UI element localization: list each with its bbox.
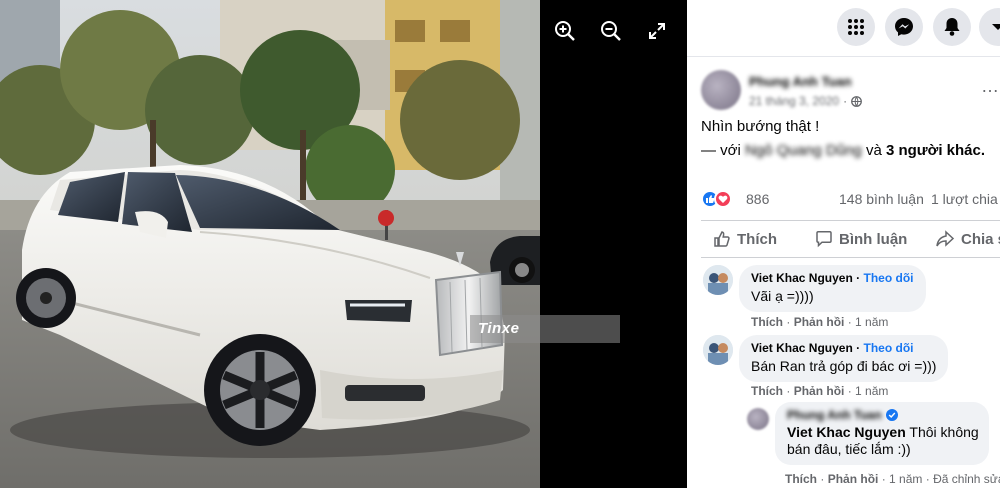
top-bar — [687, 0, 1000, 57]
share-label: Chia s — [961, 230, 1000, 248]
comment-reply-link[interactable]: Phản hồi — [794, 315, 845, 329]
post-caption: Nhìn bướng thật ! — [701, 118, 820, 135]
edited-label: Đã chỉnh sửa — [933, 472, 1000, 486]
comment-time[interactable]: 1 năm — [855, 384, 888, 398]
car-photo-image — [0, 0, 540, 488]
watermark: Tinxe — [470, 315, 620, 343]
comment-reply-link[interactable]: Phản hồi — [794, 384, 845, 398]
comment-like-link[interactable]: Thích — [751, 315, 783, 329]
post-photo[interactable] — [0, 0, 540, 488]
messenger-button[interactable] — [885, 8, 923, 46]
post-panel: Phung Anh Tuan 21 tháng 3, 2020 · … Nhìn… — [687, 0, 1000, 488]
follow-link[interactable]: Theo dõi — [864, 341, 914, 355]
comment-time[interactable]: 1 năm — [855, 315, 888, 329]
reply-like-link[interactable]: Thích — [785, 472, 817, 486]
tag-prefix: — với — [701, 142, 741, 159]
replier-name[interactable]: Phung Anh Tuan — [787, 408, 882, 422]
account-button[interactable] — [979, 8, 1000, 46]
messenger-icon — [895, 18, 913, 36]
author-avatar[interactable] — [701, 70, 741, 110]
zoom-out-button[interactable] — [598, 18, 624, 44]
love-reaction-icon — [714, 190, 732, 208]
tagged-person-link[interactable]: Ngô Quang Dũng — [745, 142, 862, 159]
fullscreen-icon — [649, 23, 665, 39]
reply-actions: Thích · Phản hồi · 1 năm · Đã chỉnh sửa — [785, 472, 1000, 486]
reply-bubble: Phung Anh Tuan Viet Khac Nguyen Thôi khô… — [775, 402, 989, 465]
notifications-icon — [944, 18, 960, 36]
photo-viewer: Tinxe — [0, 0, 687, 488]
avatar-image — [703, 335, 733, 365]
separator: · — [856, 341, 861, 355]
menu-button[interactable] — [837, 8, 875, 46]
reply-time[interactable]: 1 năm — [889, 472, 922, 486]
thumbs-up-icon — [714, 231, 730, 247]
like-label: Thích — [737, 230, 777, 248]
post-date[interactable]: 21 tháng 3, 2020 — [749, 94, 839, 108]
follow-link[interactable]: Theo dõi — [864, 271, 914, 285]
commenter-avatar[interactable] — [703, 265, 733, 295]
reply-text-line2: bán đâu, tiếc lắm :)) — [787, 441, 911, 457]
reply-text-line1: Thôi không — [909, 424, 979, 440]
avatar-image — [703, 265, 733, 295]
menu-grid-icon — [848, 19, 864, 35]
comment-bubble: Viet Khac Nguyen · Theo dõi Bán Ran trả … — [739, 335, 949, 382]
actions-divider — [701, 257, 1000, 258]
mention-link[interactable]: Viet Khac Nguyen — [787, 424, 906, 440]
comment-actions: Thích · Phản hồi · 1 năm — [751, 384, 889, 398]
verified-icon — [885, 409, 898, 421]
reply-reply-link[interactable]: Phản hồi — [828, 472, 879, 486]
account-dropdown-icon — [992, 24, 1000, 30]
share-count[interactable]: 1 lượt chia — [931, 191, 998, 207]
comment-bubble: Viet Khac Nguyen · Theo dõi Vãi ạ =)))) — [739, 265, 926, 312]
tagged-people: — với Ngô Quang Dũng và 3 người khác. — [701, 142, 985, 159]
zoom-out-icon — [601, 21, 621, 41]
commenter-name[interactable]: Viet Khac Nguyen — [751, 341, 853, 355]
comment-count[interactable]: 148 bình luận — [839, 191, 924, 207]
post-header: Phung Anh Tuan 21 tháng 3, 2020 · … — [701, 70, 1000, 114]
zoom-in-button[interactable] — [552, 18, 578, 44]
post-meta: 21 tháng 3, 2020 · — [749, 94, 863, 108]
comment-label: Bình luận — [839, 230, 908, 248]
comment-button[interactable]: Bình luận — [815, 230, 907, 248]
notifications-button[interactable] — [933, 8, 971, 46]
comment-icon — [816, 231, 832, 248]
comment-actions: Thích · Phản hồi · 1 năm — [751, 315, 889, 329]
share-button[interactable]: Chia s — [935, 230, 1000, 248]
reaction-icons[interactable] — [701, 190, 732, 208]
reaction-count[interactable]: 886 — [746, 191, 769, 207]
globe-icon — [851, 95, 863, 107]
post-options-button[interactable]: … — [981, 76, 1000, 97]
separator: · — [843, 94, 848, 108]
fullscreen-button[interactable] — [644, 18, 670, 44]
comment-text: Bán Ran trả góp đi bác ơi =))) — [751, 358, 937, 374]
zoom-in-icon — [555, 21, 575, 41]
like-button[interactable]: Thích — [713, 230, 777, 248]
stats-divider — [701, 220, 1000, 221]
tag-conjunction: và — [865, 142, 882, 159]
post-actions: Thích Bình luận Chia s — [701, 222, 1000, 258]
author-name[interactable]: Phung Anh Tuan — [749, 74, 852, 89]
separator: · — [856, 271, 861, 285]
tagged-others-link[interactable]: 3 người khác. — [886, 142, 985, 159]
comment-like-link[interactable]: Thích — [751, 384, 783, 398]
replier-avatar[interactable] — [747, 408, 769, 430]
viewer-toolbar — [552, 18, 670, 44]
commenter-avatar[interactable] — [703, 335, 733, 365]
comment-text: Vãi ạ =)))) — [751, 288, 814, 304]
post-stats: 886 148 bình luận 1 lượt chia — [701, 188, 1000, 210]
commenter-name[interactable]: Viet Khac Nguyen — [751, 271, 853, 285]
share-icon — [936, 230, 955, 247]
